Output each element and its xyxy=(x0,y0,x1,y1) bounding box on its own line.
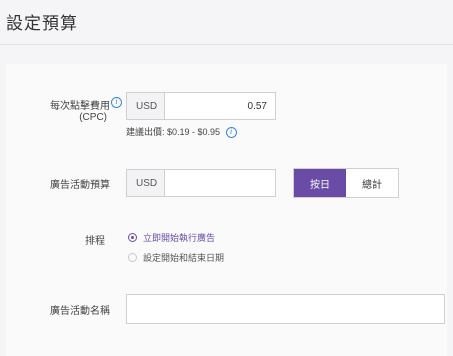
schedule-option-immediate[interactable]: 立即開始執行廣告 xyxy=(128,231,215,244)
budget-period-toggle[interactable]: 按日 總計 xyxy=(293,168,399,198)
campaign-name-input[interactable] xyxy=(126,294,445,324)
title-divider xyxy=(0,44,453,45)
radio-checked-icon[interactable] xyxy=(128,233,137,242)
campaign-name-label: 廣告活動名稱 xyxy=(50,306,110,317)
hint-info-icon[interactable]: i xyxy=(225,127,237,139)
budget-currency-addon: USD xyxy=(127,170,165,196)
cpc-info-icon[interactable]: i xyxy=(111,97,122,108)
cpc-value-input[interactable]: 0.57 xyxy=(165,93,275,119)
cpc-suggested-bid-hint: 建議出價: $0.19 - $0.95 i xyxy=(126,125,237,139)
cpc-label-line1: 每次點擊費用 xyxy=(50,101,110,112)
cpc-hint-text: 建議出價: $0.19 - $0.95 xyxy=(126,127,221,137)
cpc-label: 每次點擊費用 xyxy=(30,97,110,112)
radio-unchecked-icon[interactable] xyxy=(128,253,137,262)
cpc-input-group[interactable]: USD 0.57 xyxy=(126,92,276,120)
schedule-option-dates[interactable]: 設定開始和結束日期 xyxy=(128,251,224,264)
budget-amount-input[interactable] xyxy=(165,170,275,196)
schedule-label: 排程 xyxy=(85,236,105,247)
cpc-label-line2: (CPC) xyxy=(79,112,107,123)
page-title: 設定預算 xyxy=(6,14,78,33)
budget-input-group[interactable]: USD xyxy=(126,169,276,197)
period-total-button[interactable]: 總計 xyxy=(346,169,398,197)
schedule-option-dates-label: 設定開始和結束日期 xyxy=(143,253,225,263)
cpc-currency-addon: USD xyxy=(127,93,165,119)
period-daily-button[interactable]: 按日 xyxy=(294,169,346,197)
budget-label: 廣告活動預算 xyxy=(50,180,110,191)
schedule-option-immediate-label: 立即開始執行廣告 xyxy=(143,233,216,243)
